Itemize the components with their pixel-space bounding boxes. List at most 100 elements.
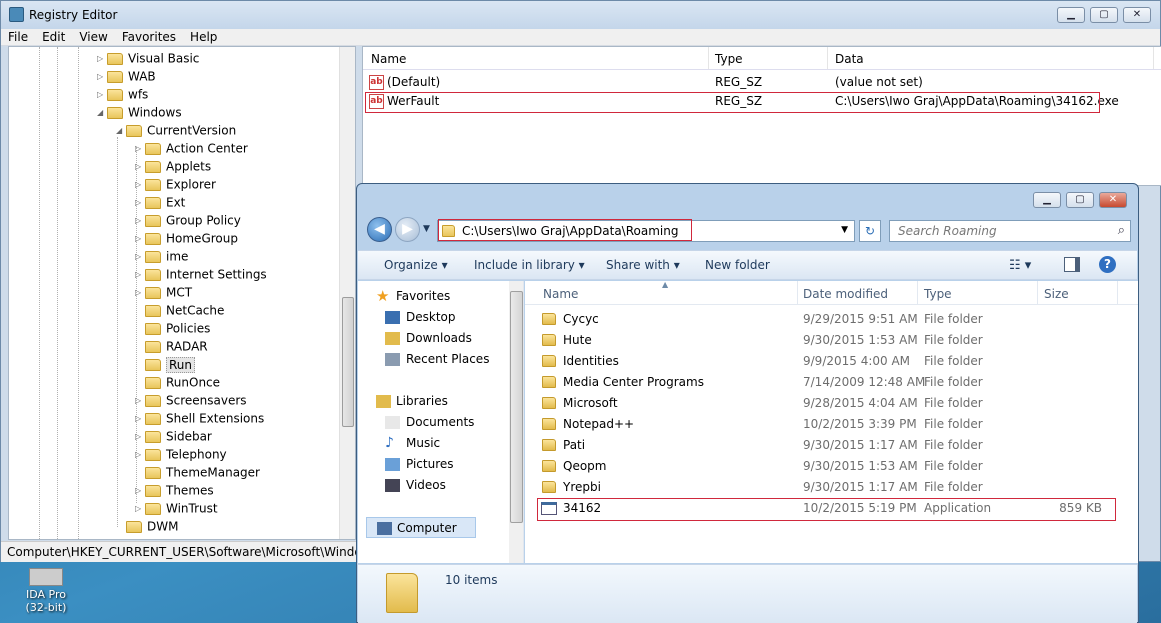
- tree-item[interactable]: ▷ ime: [135, 247, 188, 265]
- include-in-library-button[interactable]: Include in library ▾: [474, 258, 585, 272]
- tree-item[interactable]: ▷ Action Center: [135, 139, 248, 157]
- tree-item[interactable]: ▷ WinTrust: [135, 499, 218, 517]
- nav-item[interactable]: Computer: [366, 517, 476, 538]
- registry-maximize-button[interactable]: ▢: [1090, 7, 1118, 23]
- menu-file[interactable]: File: [1, 29, 35, 45]
- navigation-scrollbar-thumb[interactable]: [510, 291, 523, 523]
- tree-scrollbar-thumb[interactable]: [342, 297, 354, 427]
- tree-item[interactable]: ◢ Windows: [97, 103, 182, 121]
- tree-expander-icon[interactable]: ▷: [135, 410, 145, 428]
- tree-item[interactable]: ▷ Internet Settings: [135, 265, 267, 283]
- tree-item[interactable]: ▷ Themes: [135, 481, 214, 499]
- tree-item[interactable]: NetCache: [135, 301, 224, 319]
- file-row[interactable]: Media Center Programs 7/14/2009 12:48 AM F…: [525, 372, 1138, 393]
- values-header-type[interactable]: Type: [715, 52, 743, 66]
- registry-title-bar[interactable]: Registry Editor ▁ ▢ ✕: [1, 1, 1160, 29]
- tree-item[interactable]: ▷ Telephony: [135, 445, 227, 463]
- new-folder-button[interactable]: New folder: [705, 258, 770, 272]
- share-with-button[interactable]: Share with ▾: [606, 258, 680, 272]
- file-row[interactable]: Notepad++ 10/2/2015 3:39 PM File folder: [525, 414, 1138, 435]
- explorer-maximize-button[interactable]: ▢: [1066, 192, 1094, 208]
- tree-item[interactable]: ▷ WAB: [97, 67, 156, 85]
- nav-item[interactable]: Desktop: [358, 307, 523, 328]
- file-row[interactable]: Identities 9/9/2015 4:00 AM File folder: [525, 351, 1138, 372]
- tree-expander-icon[interactable]: ▷: [135, 158, 145, 176]
- file-row[interactable]: Microsoft 9/28/2015 4:04 AM File folder: [525, 393, 1138, 414]
- nav-item[interactable]: Documents: [358, 412, 523, 433]
- desktop-shortcut-ida-pro[interactable]: IDA Pro (32-bit): [10, 568, 82, 614]
- nav-item[interactable]: Videos: [358, 475, 523, 496]
- registry-key-tree[interactable]: ▷ Visual Basic ▷ WAB ▷ wfs ◢ Windows ◢ CurrentVer…: [8, 46, 356, 540]
- menu-view[interactable]: View: [72, 29, 114, 45]
- tree-expander-icon[interactable]: ▷: [135, 500, 145, 518]
- tree-expander-icon[interactable]: ▷: [135, 140, 145, 158]
- nav-item[interactable]: ♪ Music: [358, 433, 523, 454]
- nav-item[interactable]: Downloads: [358, 328, 523, 349]
- address-dropdown-icon[interactable]: ▼: [841, 225, 848, 235]
- tree-item[interactable]: ▷ Group Policy: [135, 211, 241, 229]
- explorer-close-button[interactable]: ✕: [1099, 192, 1127, 208]
- tree-item[interactable]: RADAR: [135, 337, 208, 355]
- tree-item[interactable]: ▷ Screensavers: [135, 391, 247, 409]
- tree-expander-icon[interactable]: ▷: [135, 446, 145, 464]
- tree-expander-icon[interactable]: ▷: [135, 212, 145, 230]
- tree-expander-icon[interactable]: ▷: [135, 266, 145, 284]
- navigation-scrollbar[interactable]: [509, 281, 523, 563]
- back-button[interactable]: ◀: [367, 217, 392, 242]
- search-box[interactable]: Search Roaming ⌕: [889, 220, 1131, 242]
- tree-expander-icon[interactable]: ▷: [97, 86, 107, 104]
- tree-item[interactable]: Policies: [135, 319, 210, 337]
- tree-item[interactable]: ◢ CurrentVersion: [116, 121, 236, 139]
- file-row[interactable]: Yrepbi 9/30/2015 1:17 AM File folder: [525, 477, 1138, 498]
- values-header-data[interactable]: Data: [835, 52, 864, 66]
- menu-edit[interactable]: Edit: [35, 29, 72, 45]
- tree-expander-icon[interactable]: ▷: [135, 482, 145, 500]
- organize-button[interactable]: Organize ▾: [384, 258, 448, 272]
- tree-expander-icon[interactable]: ▷: [135, 392, 145, 410]
- column-header-date[interactable]: Date modified: [803, 287, 888, 301]
- file-row[interactable]: Pati 9/30/2015 1:17 AM File folder: [525, 435, 1138, 456]
- tree-expander-icon[interactable]: ◢: [97, 104, 107, 122]
- file-row[interactable]: Cycyc 9/29/2015 9:51 AM File folder: [525, 309, 1138, 330]
- tree-expander-icon[interactable]: ▷: [135, 428, 145, 446]
- recent-pages-dropdown-icon[interactable]: ▼: [423, 224, 430, 234]
- tree-expander-icon[interactable]: ▷: [135, 284, 145, 302]
- tree-expander-icon[interactable]: ▷: [97, 50, 107, 68]
- column-header-type[interactable]: Type: [924, 287, 952, 301]
- tree-item[interactable]: ▷ Sidebar: [135, 427, 212, 445]
- value-row-default[interactable]: ab (Default) REG_SZ (value not set): [363, 73, 1161, 92]
- tree-item[interactable]: ▷ Visual Basic: [97, 49, 199, 67]
- view-options-icon[interactable]: ☷ ▾: [1009, 258, 1031, 273]
- tree-item[interactable]: ▷ Shell Extensions: [135, 409, 264, 427]
- explorer-title-bar[interactable]: ▁ ▢ ✕: [357, 184, 1138, 216]
- tree-scrollbar[interactable]: [339, 47, 355, 539]
- preview-pane-icon[interactable]: [1064, 257, 1080, 272]
- explorer-minimize-button[interactable]: ▁: [1033, 192, 1061, 208]
- tree-item[interactable]: ▷ Ext: [135, 193, 185, 211]
- tree-item[interactable]: ThemeManager: [135, 463, 260, 481]
- nav-item[interactable]: Recent Places: [358, 349, 523, 370]
- tree-expander-icon[interactable]: ▷: [135, 230, 145, 248]
- tree-item[interactable]: ▷ HomeGroup: [135, 229, 238, 247]
- registry-close-button[interactable]: ✕: [1123, 7, 1151, 23]
- nav-item[interactable]: Libraries: [358, 391, 523, 412]
- menu-help[interactable]: Help: [183, 29, 224, 45]
- menu-favorites[interactable]: Favorites: [115, 29, 183, 45]
- nav-item[interactable]: ★ Favorites: [358, 286, 523, 307]
- tree-item[interactable]: ▷ wfs: [97, 85, 148, 103]
- navigation-pane[interactable]: ★ Favorites Desktop Downloads Recent Places L…: [358, 281, 524, 563]
- tree-expander-icon[interactable]: ▷: [135, 194, 145, 212]
- forward-button[interactable]: ▶: [395, 217, 420, 242]
- tree-item[interactable]: ▷ Applets: [135, 157, 211, 175]
- registry-minimize-button[interactable]: ▁: [1057, 7, 1085, 23]
- tree-expander-icon[interactable]: ▷: [97, 68, 107, 86]
- tree-item[interactable]: RunOnce: [135, 373, 220, 391]
- registry-values-list[interactable]: Name Type Data ab (Default) REG_SZ (valu…: [362, 46, 1161, 186]
- nav-item[interactable]: Pictures: [358, 454, 523, 475]
- refresh-icon[interactable]: ↻: [859, 220, 881, 242]
- tree-expander-icon[interactable]: ▷: [135, 248, 145, 266]
- file-row[interactable]: Qeopm 9/30/2015 1:53 AM File folder: [525, 456, 1138, 477]
- tree-item[interactable]: ▷ MCT: [135, 283, 192, 301]
- file-row[interactable]: Hute 9/30/2015 1:53 AM File folder: [525, 330, 1138, 351]
- tree-expander-icon[interactable]: ◢: [116, 122, 126, 140]
